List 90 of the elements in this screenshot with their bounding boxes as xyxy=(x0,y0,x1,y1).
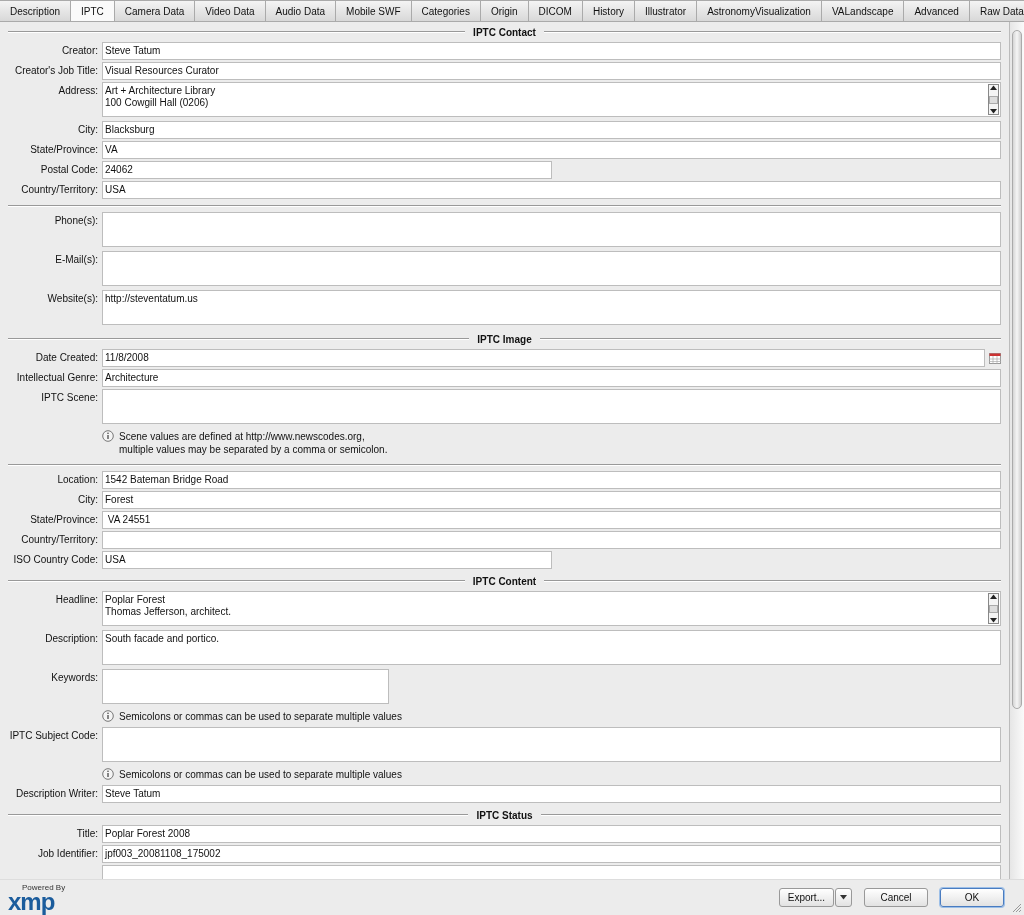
tab[interactable]: Description xyxy=(0,0,72,21)
field-label: Website(s): xyxy=(47,293,98,304)
text-field[interactable]: Art + Architecture Library 100 Cowgill Hall (0206) xyxy=(102,82,1001,117)
field-label: Intellectual Genre: xyxy=(16,372,98,383)
section-heading: IPTC Image xyxy=(477,333,532,345)
tab[interactable]: Audio Data xyxy=(265,0,337,21)
text-field[interactable]: http://steventatum.us xyxy=(102,290,1001,325)
text-field[interactable]: jpf003_20081108_175002 xyxy=(102,845,1001,863)
text-field[interactable]: 1542 Bateman Bridge Road xyxy=(102,471,1001,489)
up-arrow-icon[interactable] xyxy=(990,85,997,90)
field-label: City: xyxy=(78,124,98,135)
info-note: Scene values are defined at http://www.newscodes.org, multiple values may be separated by a comma or semicolon. xyxy=(119,430,388,456)
field-label: State/Province: xyxy=(30,144,98,155)
section-heading: IPTC Status xyxy=(476,809,533,821)
text-field[interactable]: 24062 xyxy=(102,161,552,179)
text-field[interactable]: Blacksburg xyxy=(102,121,1001,139)
text-field[interactable]: VA xyxy=(102,141,1001,159)
field-label: ISO Country Code: xyxy=(13,554,98,565)
field-label: Country/Territory: xyxy=(21,534,98,545)
text-field[interactable]: Forest xyxy=(102,491,1001,509)
tab[interactable]: History xyxy=(582,0,636,21)
export-button[interactable]: Export... xyxy=(778,888,834,907)
tab[interactable]: Advanced xyxy=(904,0,970,21)
text-field[interactable] xyxy=(102,727,1001,762)
text-field[interactable]: Poplar Forest Thomas Jefferson, architect. xyxy=(102,591,1001,626)
text-field[interactable] xyxy=(102,389,1001,424)
section-heading: IPTC Contact xyxy=(473,26,536,38)
text-field[interactable]: Visual Resources Curator xyxy=(102,62,1001,80)
tab[interactable]: IPTC xyxy=(71,0,115,21)
info-icon xyxy=(102,430,114,442)
text-field[interactable] xyxy=(102,865,1001,879)
text-field[interactable] xyxy=(102,531,1001,549)
text-field[interactable]: Architecture xyxy=(102,369,1001,387)
tab[interactable]: Illustrator xyxy=(635,0,698,21)
field-label: Headline: xyxy=(55,594,98,605)
scrollbar[interactable] xyxy=(988,84,999,115)
resize-grip-icon xyxy=(1012,903,1022,913)
down-arrow-icon[interactable] xyxy=(990,109,997,114)
text-field[interactable]: USA xyxy=(102,551,552,569)
caret-icon xyxy=(840,895,847,900)
field-label: IPTC Subject Code: xyxy=(9,730,98,741)
field-label: Keywords: xyxy=(51,672,98,683)
text-field[interactable] xyxy=(102,669,389,704)
field-label: Description: xyxy=(45,633,98,644)
field-label: Postal Code: xyxy=(40,164,98,175)
text-field[interactable] xyxy=(102,212,1001,247)
field-label: Job Identifier: xyxy=(37,848,98,859)
scrollbar[interactable] xyxy=(1009,22,1024,879)
tab[interactable]: Raw Data xyxy=(969,0,1024,21)
field-label: Date Created: xyxy=(35,352,98,363)
tab[interactable]: AstronomyVisualization xyxy=(697,0,822,21)
text-field[interactable]: 11/8/2008 xyxy=(102,349,985,367)
field-label: E-Mail(s): xyxy=(55,254,98,265)
dialog-button[interactable]: Cancel xyxy=(864,888,928,907)
field-label: Title: xyxy=(76,828,98,839)
field-label: Creator's Job Title: xyxy=(14,65,98,76)
tab[interactable]: Video Data xyxy=(195,0,266,21)
field-label: City: xyxy=(78,494,98,505)
text-field[interactable]: Steve Tatum xyxy=(102,42,1001,60)
field-label: Phone(s): xyxy=(54,215,98,226)
text-field[interactable]: VA 24551 xyxy=(102,511,1001,529)
info-note: Semicolons or commas can be used to separate multiple values xyxy=(119,768,402,781)
info-icon xyxy=(102,710,114,722)
field-label: Address: xyxy=(58,85,98,96)
tab[interactable]: Mobile SWF xyxy=(336,0,412,21)
up-arrow-icon[interactable] xyxy=(990,594,997,599)
info-icon xyxy=(102,768,114,780)
tab[interactable]: DICOM xyxy=(528,0,583,21)
text-field[interactable]: USA xyxy=(102,181,1001,199)
text-field[interactable]: Steve Tatum xyxy=(102,785,1001,803)
field-label: Location: xyxy=(57,474,98,485)
field-label: Country/Territory: xyxy=(21,184,98,195)
text-field[interactable] xyxy=(102,251,1001,286)
tab[interactable]: Origin xyxy=(480,0,529,21)
dropdown-button[interactable] xyxy=(835,888,852,907)
text-field[interactable]: Poplar Forest 2008 xyxy=(102,825,1001,843)
field-label: IPTC Scene: xyxy=(41,392,98,403)
field-label: Creator: xyxy=(61,45,98,56)
scrollbar[interactable] xyxy=(988,593,999,624)
section-heading: IPTC Content xyxy=(472,575,537,587)
tab[interactable]: Categories xyxy=(411,0,481,21)
tab[interactable]: Camera Data xyxy=(114,0,196,21)
field-label: Description Writer: xyxy=(15,788,98,799)
down-arrow-icon[interactable] xyxy=(990,618,997,623)
info-note: Semicolons or commas can be used to separate multiple values xyxy=(119,710,402,723)
tab[interactable]: VALandscape xyxy=(821,0,905,21)
calendar-icon[interactable] xyxy=(989,352,1001,364)
field-label: State/Province: xyxy=(30,514,98,525)
dialog-button[interactable]: OK xyxy=(940,888,1004,907)
text-field[interactable]: South facade and portico. xyxy=(102,630,1001,665)
